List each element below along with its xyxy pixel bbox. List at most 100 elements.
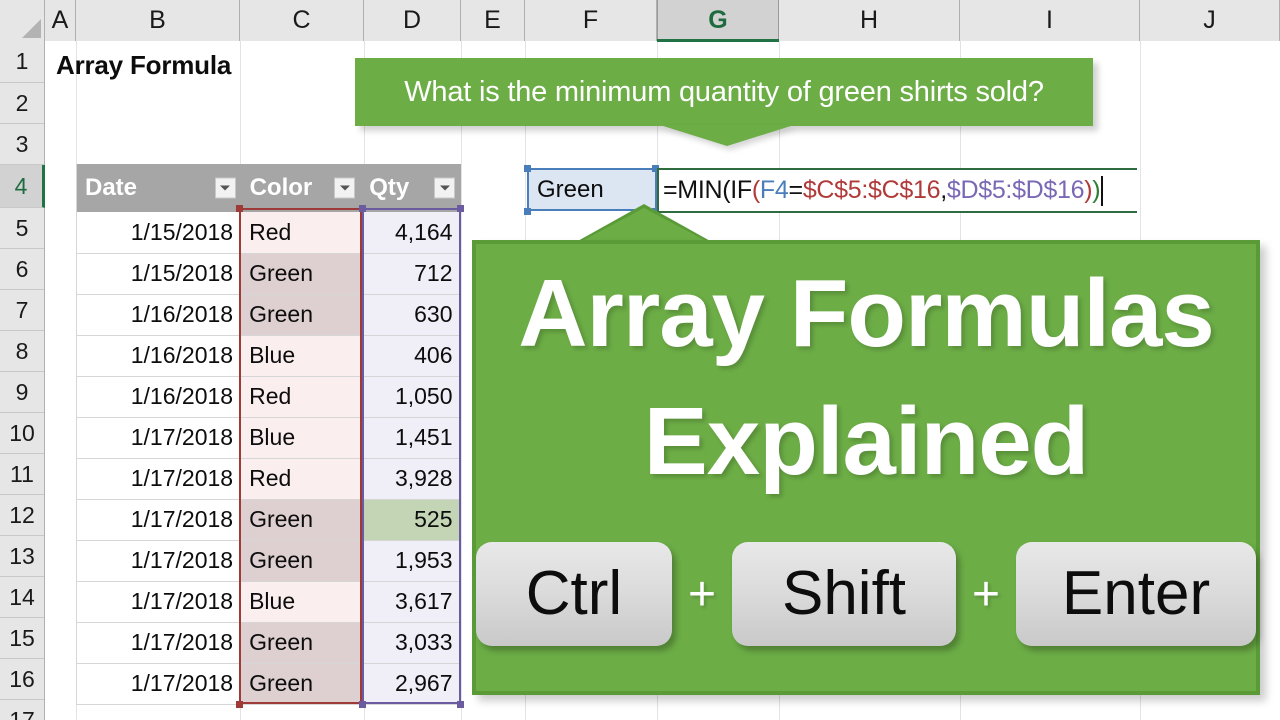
cell-qty-minimum[interactable]: 525: [360, 499, 461, 541]
row-header-17[interactable]: 17: [0, 700, 44, 720]
row-header-14[interactable]: 14: [0, 577, 44, 618]
table-row[interactable]: 1/17/2018 Red 3,928: [76, 458, 461, 500]
formula-token-if: IF: [730, 176, 752, 204]
cell-color[interactable]: Green: [241, 663, 361, 705]
cell-date[interactable]: 1/17/2018: [76, 417, 242, 459]
cell-qty[interactable]: 630: [360, 294, 461, 336]
table-row[interactable]: 1/17/2018 Green 1,953: [76, 540, 461, 582]
cell-date[interactable]: 1/17/2018: [76, 540, 242, 582]
cell-color[interactable]: Green: [241, 499, 361, 541]
row-header-2[interactable]: 2: [0, 83, 44, 124]
cell-date[interactable]: 1/17/2018: [76, 663, 242, 705]
cell-color[interactable]: Green: [241, 253, 361, 295]
table-row[interactable]: 1/16/2018 Green 630: [76, 294, 461, 336]
cell-date[interactable]: 1/17/2018: [76, 622, 242, 664]
cell-color[interactable]: Red: [241, 376, 361, 418]
cell-color[interactable]: Blue: [241, 417, 361, 459]
column-header-qty[interactable]: Qty: [360, 164, 461, 212]
column-header-i[interactable]: I: [960, 0, 1140, 41]
row-header-7[interactable]: 7: [0, 290, 44, 331]
cell-qty[interactable]: 1,050: [360, 376, 461, 418]
row-header-5[interactable]: 5: [0, 208, 44, 249]
column-header-date[interactable]: Date: [76, 164, 242, 212]
cell-date[interactable]: 1/16/2018: [76, 376, 242, 418]
row-header-4[interactable]: 4: [0, 165, 45, 208]
row-header-6[interactable]: 6: [0, 249, 44, 290]
selection-handle[interactable]: [524, 165, 531, 172]
cell-qty[interactable]: 2,967: [360, 663, 461, 705]
grid-line-vertical: [461, 41, 462, 720]
row-header-8[interactable]: 8: [0, 331, 44, 372]
row-header-9[interactable]: 9: [0, 372, 44, 413]
cell-date[interactable]: 1/16/2018: [76, 335, 242, 377]
cell-qty[interactable]: 1,451: [360, 417, 461, 459]
cell-qty[interactable]: 3,033: [360, 622, 461, 664]
cell-color[interactable]: Red: [241, 458, 361, 500]
table-row[interactable]: 1/17/2018 Green 525: [76, 499, 461, 541]
question-callout: What is the minimum quantity of green sh…: [355, 58, 1093, 126]
column-header-h[interactable]: H: [779, 0, 960, 41]
table-row[interactable]: 1/17/2018 Green 2,967: [76, 663, 461, 705]
banner-title-line1: Array Formulas: [518, 260, 1215, 367]
cell-qty[interactable]: 406: [360, 335, 461, 377]
range-handle[interactable]: [236, 701, 243, 708]
row-header-3[interactable]: 3: [0, 124, 44, 165]
table-row[interactable]: 1/17/2018 Green 3,033: [76, 622, 461, 664]
filter-dropdown-icon[interactable]: [434, 177, 455, 199]
cell-qty[interactable]: 3,617: [360, 581, 461, 623]
row-header-10[interactable]: 10: [0, 413, 44, 454]
cell-color[interactable]: Red: [241, 212, 361, 254]
column-header-b[interactable]: B: [76, 0, 240, 41]
table-row[interactable]: 1/16/2018 Blue 406: [76, 335, 461, 377]
cell-date[interactable]: 1/17/2018: [76, 458, 242, 500]
column-header-j[interactable]: J: [1140, 0, 1280, 41]
column-header-a[interactable]: A: [45, 0, 76, 41]
column-header-f[interactable]: F: [525, 0, 657, 41]
row-header-11[interactable]: 11: [0, 454, 44, 495]
cell-color[interactable]: Blue: [241, 335, 361, 377]
range-handle[interactable]: [359, 205, 366, 212]
key-shift: Shift: [732, 542, 956, 646]
range-handle[interactable]: [457, 205, 464, 212]
column-header-d[interactable]: D: [364, 0, 461, 41]
cell-qty[interactable]: 3,928: [360, 458, 461, 500]
cell-date[interactable]: 1/15/2018: [76, 212, 242, 254]
range-handle[interactable]: [457, 701, 464, 708]
formula-token-paren-open: (: [722, 176, 731, 204]
table-row[interactable]: 1/15/2018 Red 4,164: [76, 212, 461, 254]
row-header-12[interactable]: 12: [0, 495, 44, 536]
column-header-c[interactable]: C: [240, 0, 364, 41]
row-header-16[interactable]: 16: [0, 659, 44, 700]
table-row[interactable]: 1/16/2018 Red 1,050: [76, 376, 461, 418]
filter-dropdown-icon[interactable]: [334, 177, 356, 199]
cell-qty[interactable]: 1,953: [360, 540, 461, 582]
table-row[interactable]: 1/17/2018 Blue 3,617: [76, 581, 461, 623]
column-header-e[interactable]: E: [461, 0, 525, 41]
select-all-corner[interactable]: [0, 0, 45, 41]
cell-date[interactable]: 1/15/2018: [76, 253, 242, 295]
cell-color[interactable]: Blue: [241, 581, 361, 623]
row-header-15[interactable]: 15: [0, 618, 44, 659]
cell-date[interactable]: 1/16/2018: [76, 294, 242, 336]
filter-dropdown-icon[interactable]: [214, 177, 236, 199]
cell-date[interactable]: 1/17/2018: [76, 581, 242, 623]
selection-handle[interactable]: [524, 208, 531, 215]
column-header-g[interactable]: G: [657, 0, 779, 42]
row-header-13[interactable]: 13: [0, 536, 44, 577]
plus-separator-icon: +: [972, 567, 1001, 621]
cell-color[interactable]: Green: [241, 294, 361, 336]
table-row[interactable]: 1/17/2018 Blue 1,451: [76, 417, 461, 459]
cell-color[interactable]: Green: [241, 622, 361, 664]
row-header-1[interactable]: 1: [0, 41, 44, 83]
cell-qty[interactable]: 712: [360, 253, 461, 295]
cell-qty[interactable]: 4,164: [360, 212, 461, 254]
cell-date[interactable]: 1/17/2018: [76, 499, 242, 541]
formula-token-min: =MIN: [663, 176, 723, 204]
column-header-color[interactable]: Color: [241, 164, 362, 212]
formula-editor-cell[interactable]: =MIN(IF(F4 = $C$5:$C$16, $D$5:$D$16)): [657, 168, 1137, 213]
cell-color[interactable]: Green: [241, 540, 361, 582]
range-handle[interactable]: [236, 205, 243, 212]
text-cursor: [1101, 175, 1104, 206]
range-handle[interactable]: [359, 701, 366, 708]
table-row[interactable]: 1/15/2018 Green 712: [76, 253, 461, 295]
